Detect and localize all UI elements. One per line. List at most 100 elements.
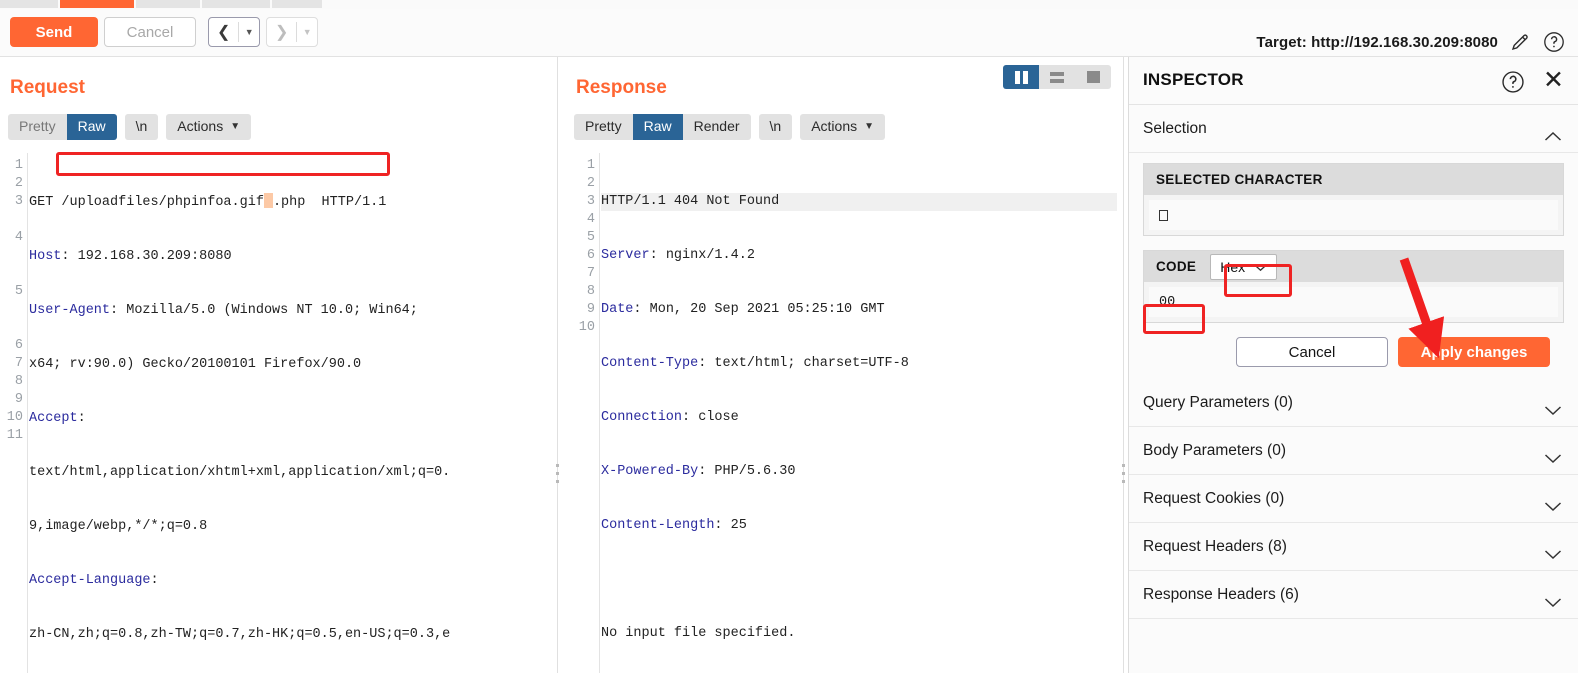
request-line-3: User-Agent: Mozilla/5.0 (Windows NT 10.0… bbox=[29, 303, 418, 318]
tab-render[interactable]: Render bbox=[682, 114, 751, 140]
tab-slot-4[interactable] bbox=[202, 0, 270, 8]
response-line-2: Server: nginx/1.4.2 bbox=[601, 248, 755, 263]
response-line-8 bbox=[601, 571, 1117, 589]
response-gutter: 12345 6 7 8 9 10 bbox=[566, 153, 600, 673]
section-response-headers[interactable]: Response Headers (6) bbox=[1129, 571, 1578, 619]
tab-slot-3[interactable] bbox=[136, 0, 200, 8]
tab-pretty[interactable]: Pretty bbox=[574, 114, 633, 140]
inspector-panel: INSPECTOR ✕ Selection SELECTED CHARACTER bbox=[1128, 57, 1578, 673]
response-line-7: Content-Length: 25 bbox=[601, 518, 747, 533]
section-request-headers[interactable]: Request Headers (8) bbox=[1129, 523, 1578, 571]
request-toolbar: Pretty Raw \n Actions ▼ bbox=[8, 114, 252, 140]
request-line-5: Accept-Language: bbox=[29, 573, 159, 588]
chevron-down-icon bbox=[1544, 403, 1562, 421]
drag-handle-icon[interactable] bbox=[1120, 464, 1126, 490]
view-mode-group bbox=[1003, 65, 1111, 89]
request-actions-menu[interactable]: Actions ▼ bbox=[166, 114, 252, 140]
response-toolbar: Pretty Raw Render \n Actions ▼ bbox=[574, 114, 886, 140]
selected-character-label: SELECTED CHARACTER bbox=[1156, 172, 1323, 187]
actions-label: Actions bbox=[177, 118, 224, 134]
chevron-down-icon bbox=[1254, 259, 1267, 275]
chevron-left-icon: ❮ bbox=[217, 24, 231, 41]
request-panel: Request Pretty Raw \n Actions ▼ 123 4 5 … bbox=[0, 57, 557, 673]
chevron-up-icon bbox=[1544, 129, 1562, 147]
chevron-down-icon[interactable]: ▼ bbox=[297, 27, 317, 37]
target-label: Target: http://192.168.30.209:8080 bbox=[1256, 33, 1498, 51]
selection-actions: Cancel Apply changes bbox=[1143, 323, 1564, 379]
response-line-9: No input file specified. bbox=[601, 626, 796, 641]
section-query-parameters[interactable]: Query Parameters (0) bbox=[1129, 379, 1578, 427]
request-line-2: Host: 192.168.30.209:8080 bbox=[29, 249, 232, 264]
split-view-icon[interactable] bbox=[1003, 65, 1039, 89]
section-label: Body Parameters (0) bbox=[1143, 441, 1286, 459]
send-button[interactable]: Send bbox=[10, 17, 98, 47]
code-value-input[interactable]: 00 bbox=[1149, 287, 1558, 317]
section-label: Query Parameters (0) bbox=[1143, 393, 1293, 411]
tab-pretty[interactable]: Pretty bbox=[8, 114, 67, 140]
response-inspector-divider[interactable] bbox=[1119, 57, 1128, 673]
selected-character-body bbox=[1144, 195, 1563, 235]
tab-raw[interactable]: Raw bbox=[632, 114, 683, 140]
code-format-value: Hex bbox=[1220, 258, 1246, 275]
inspector-header: INSPECTOR ✕ bbox=[1129, 57, 1578, 105]
chevron-down-icon: ▼ bbox=[864, 121, 875, 132]
cancel-button[interactable]: Cancel bbox=[104, 17, 196, 47]
selection-section-header[interactable]: Selection bbox=[1129, 105, 1578, 153]
section-label: Response Headers (6) bbox=[1143, 585, 1299, 603]
chevron-down-icon[interactable]: ▼ bbox=[239, 27, 259, 37]
drag-handle-icon[interactable] bbox=[554, 464, 560, 490]
selected-character-input[interactable] bbox=[1149, 200, 1558, 230]
next-request-button[interactable]: ❯ ▼ bbox=[266, 17, 318, 47]
tab-slot-1[interactable] bbox=[0, 0, 58, 8]
single-view-icon[interactable] bbox=[1075, 65, 1111, 89]
section-request-cookies[interactable]: Request Cookies (0) bbox=[1129, 475, 1578, 523]
apply-changes-button[interactable]: Apply changes bbox=[1398, 337, 1550, 367]
response-body[interactable]: HTTP/1.1 404 Not Found Server: nginx/1.4… bbox=[601, 153, 1117, 673]
request-editor[interactable]: 123 4 5 6789 10 11 GET /uploadfiles/phpin… bbox=[0, 153, 557, 673]
request-path-part-b: .php bbox=[272, 195, 306, 210]
response-line-5: Connection: close bbox=[601, 410, 739, 425]
tab-slot-5[interactable] bbox=[272, 0, 322, 8]
prev-request-button[interactable]: ❮ ▼ bbox=[208, 17, 260, 47]
newline-toggle[interactable]: \n bbox=[758, 114, 793, 140]
request-line-3-cont: x64; rv:90.0) Gecko/20100101 Firefox/90.… bbox=[29, 357, 362, 372]
newline-toggle[interactable]: \n bbox=[124, 114, 159, 140]
response-line-3: Date: Mon, 20 Sep 2021 05:25:10 GMT bbox=[601, 302, 885, 317]
request-line-4-cont-a: text/html,application/xhtml+xml,applicat… bbox=[29, 465, 451, 480]
tab-raw[interactable]: Raw bbox=[66, 114, 117, 140]
request-line-4: Accept: bbox=[29, 411, 86, 426]
response-status-line: HTTP/1.1 404 Not Found bbox=[601, 193, 1117, 211]
divider-rule bbox=[557, 57, 558, 673]
request-path-part-a: /uploadfiles/phpinfoa.gif bbox=[61, 195, 264, 210]
request-response-divider[interactable] bbox=[553, 57, 562, 673]
code-card: CODE Hex 00 bbox=[1143, 250, 1564, 323]
unprintable-glyph-icon bbox=[1159, 209, 1168, 221]
actions-label: Actions bbox=[811, 118, 858, 134]
tab-slot-active[interactable] bbox=[60, 0, 134, 8]
cancel-button[interactable]: Cancel bbox=[1236, 337, 1388, 367]
chevron-down-icon: ▼ bbox=[230, 121, 241, 132]
pencil-icon[interactable] bbox=[1508, 30, 1532, 54]
response-view-tabs: Pretty Raw Render bbox=[574, 114, 751, 140]
inspector-title: INSPECTOR bbox=[1143, 70, 1244, 89]
chevron-down-icon bbox=[1544, 595, 1562, 613]
chevron-right-icon: ❯ bbox=[275, 24, 289, 41]
help-circle-icon[interactable] bbox=[1500, 69, 1526, 100]
response-editor[interactable]: 12345 6 7 8 9 10 HTTP/1.1 404 Not Found Serv… bbox=[566, 153, 1123, 673]
request-line-1: GET /uploadfiles/phpinfoa.gif .php HTTP/1… bbox=[29, 193, 387, 210]
repeater-window: Send Cancel ❮ ▼ ❯ ▼ Target: http://192.1… bbox=[0, 0, 1578, 673]
chevron-down-icon bbox=[1544, 499, 1562, 517]
code-label: CODE bbox=[1156, 259, 1197, 274]
help-circle-icon[interactable] bbox=[1542, 30, 1566, 54]
code-format-select[interactable]: Hex bbox=[1210, 253, 1278, 280]
response-actions-menu[interactable]: Actions ▼ bbox=[800, 114, 886, 140]
request-gutter: 123 4 5 6789 10 11 bbox=[0, 153, 28, 673]
request-body[interactable]: GET /uploadfiles/phpinfoa.gif .php HTTP/1… bbox=[29, 153, 551, 673]
selection-label: Selection bbox=[1143, 119, 1207, 137]
null-byte-char[interactable] bbox=[263, 193, 273, 208]
request-line-4-cont-b: 9,image/webp,*/*;q=0.8 bbox=[29, 519, 208, 534]
section-body-parameters[interactable]: Body Parameters (0) bbox=[1129, 427, 1578, 475]
close-icon[interactable]: ✕ bbox=[1543, 68, 1564, 93]
section-label: Request Headers (8) bbox=[1143, 537, 1287, 555]
rows-view-icon[interactable] bbox=[1039, 65, 1075, 89]
